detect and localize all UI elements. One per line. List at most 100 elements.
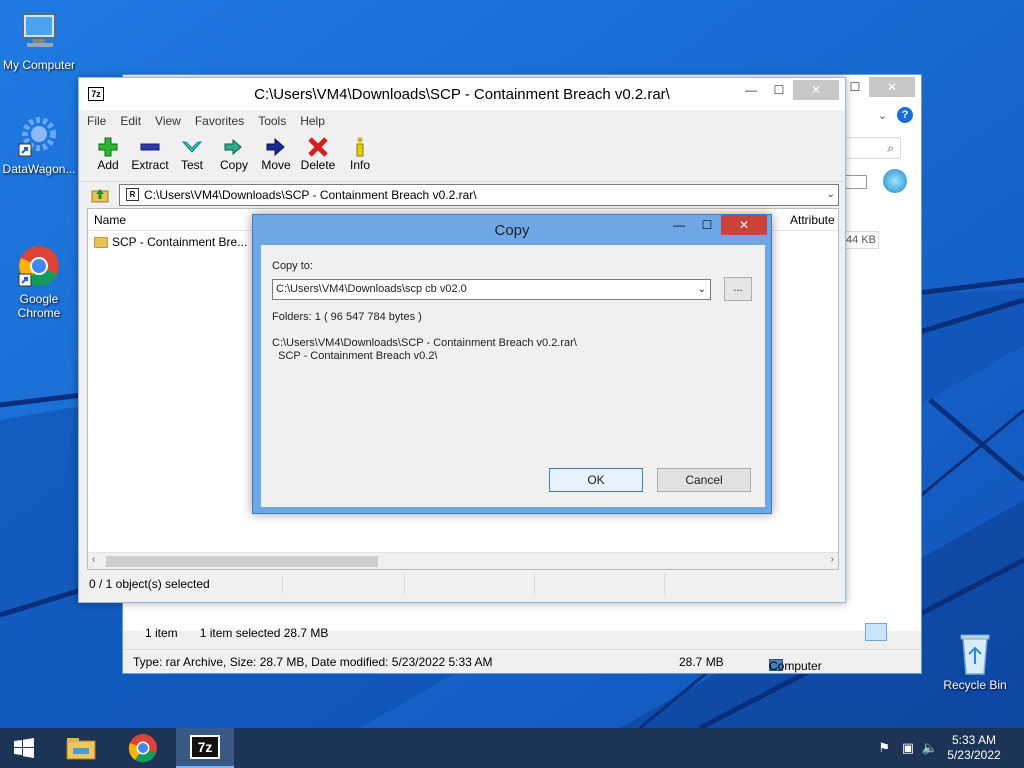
menu-bar: File Edit View Favorites Tools Help: [79, 110, 845, 132]
desktop-icon-label: DataWagon...: [2, 162, 76, 176]
address-input[interactable]: R C:\Users\VM4\Downloads\SCP - Containme…: [119, 184, 839, 206]
copy-dialog: Copy — ☐ ✕ Copy to: C:\Users\VM4\Downloa…: [252, 214, 772, 514]
windows-logo-icon: [14, 738, 34, 758]
close-button[interactable]: ✕: [793, 80, 839, 100]
action-center-flag-icon[interactable]: ⚑: [878, 740, 890, 756]
horizontal-scrollbar[interactable]: ‹ ›: [88, 552, 838, 569]
scroll-right-icon[interactable]: ›: [831, 554, 834, 565]
info-button[interactable]: Info: [341, 132, 379, 181]
status-item-count: 1 item: [145, 626, 178, 640]
column-attributes[interactable]: Attribute: [790, 213, 835, 227]
chrome-icon: [128, 734, 157, 763]
move-button[interactable]: Move: [257, 132, 295, 181]
desktop-icon-google-chrome[interactable]: Google Chrome: [0, 216, 78, 334]
minimize-button[interactable]: —: [737, 80, 765, 100]
recycle-bin-icon: [953, 630, 997, 675]
file-details: Type: rar Archive, Size: 28.7 MB, Date m…: [133, 655, 493, 669]
start-button[interactable]: [0, 728, 48, 768]
copy-to-label: Copy to:: [272, 260, 313, 272]
desktop-icon-datawagon[interactable]: DataWagon...: [0, 114, 78, 176]
folders-info: Folders: 1 ( 96 547 784 bytes ): [272, 311, 422, 323]
volume-muted-icon[interactable]: 🔈: [922, 740, 938, 756]
desktop-icon-recycle-bin[interactable]: Recycle Bin: [936, 630, 1014, 692]
minus-icon: [131, 136, 169, 158]
ok-button[interactable]: OK: [549, 468, 643, 492]
file-size: 28.7 MB: [679, 655, 724, 669]
minimize-button[interactable]: —: [665, 215, 693, 235]
copy-button[interactable]: Copy: [215, 132, 253, 181]
rar-archive-icon: R: [126, 188, 139, 201]
selection-status: 0 / 1 object(s) selected: [87, 574, 283, 594]
explorer-details-bar: Type: rar Archive, Size: 28.7 MB, Date m…: [123, 649, 921, 673]
clock[interactable]: 5:33 AM 5/23/2022: [944, 733, 1004, 763]
taskbar: 7z ⚑ ▣ 🔈 5:33 AM 5/23/2022: [0, 728, 1024, 768]
explorer-status: 1 item 1 item selected 28.7 MB: [145, 626, 328, 640]
chrome-icon: [17, 230, 61, 287]
window-title: C:\Users\VM4\Downloads\SCP - Containment…: [254, 86, 670, 103]
maximize-button[interactable]: ☐: [693, 215, 721, 235]
help-icon[interactable]: ?: [897, 107, 913, 123]
destination-path-value: C:\Users\VM4\Downloads\scp cb v02.0: [276, 283, 467, 295]
delete-x-icon: [299, 136, 337, 158]
desktop: My Computer DataWagon... Google Chrome R…: [0, 0, 1024, 728]
details-view-icon[interactable]: [865, 623, 887, 641]
column-name[interactable]: Name: [94, 213, 126, 227]
menu-favorites[interactable]: Favorites: [195, 114, 244, 128]
delete-label: Delete: [300, 158, 336, 172]
location-label: Computer: [769, 659, 822, 673]
taskbar-7zip[interactable]: 7z: [176, 728, 234, 768]
add-label: Add: [97, 158, 119, 172]
address-bar: R C:\Users\VM4\Downloads\SCP - Containme…: [79, 182, 845, 208]
taskbar-chrome[interactable]: [114, 728, 172, 768]
maximize-button[interactable]: ☐: [765, 80, 793, 100]
clock-time: 5:33 AM: [951, 733, 997, 747]
source-line: SCP - Containment Breach v0.2\: [272, 350, 438, 362]
delete-button[interactable]: Delete: [299, 132, 337, 181]
double-arrow-icon: [215, 136, 253, 158]
info-icon: [341, 136, 379, 158]
check-icon: [173, 136, 211, 158]
file-explorer-icon: [66, 738, 96, 760]
menu-tools[interactable]: Tools: [258, 114, 286, 128]
desktop-icon-my-computer[interactable]: My Computer: [0, 10, 78, 72]
source-info: C:\Users\VM4\Downloads\SCP - Containment…: [272, 337, 577, 363]
source-line: C:\Users\VM4\Downloads\SCP - Containment…: [272, 337, 577, 349]
scrollbar-thumb[interactable]: [106, 556, 378, 567]
scroll-left-icon[interactable]: ‹: [92, 554, 95, 565]
menu-edit[interactable]: Edit: [120, 114, 141, 128]
status-cell: [535, 574, 665, 594]
status-cell: [283, 574, 405, 594]
close-button[interactable]: ✕: [869, 77, 915, 97]
chevron-down-icon[interactable]: ⌄: [698, 280, 706, 299]
status-selected: 1 item selected 28.7 MB: [199, 626, 329, 640]
sevenzip-status-bar: 0 / 1 object(s) selected: [87, 574, 839, 596]
folder-up-icon[interactable]: [91, 186, 109, 204]
sevenzip-titlebar: 7z C:\Users\VM4\Downloads\SCP - Containm…: [79, 78, 845, 110]
menu-view[interactable]: View: [155, 114, 181, 128]
plus-icon: [89, 136, 127, 158]
network-icon[interactable]: ▣: [902, 740, 914, 756]
taskbar-file-explorer[interactable]: [52, 728, 110, 768]
move-label: Move: [261, 158, 291, 172]
test-button[interactable]: Test: [173, 132, 211, 181]
gear-icon: [17, 114, 61, 158]
list-item-name: SCP - Containment Bre...: [112, 235, 248, 249]
toolbar: Add Extract Test Copy Move Delete Info: [79, 132, 845, 182]
desktop-icon-label: My Computer: [2, 58, 76, 72]
menu-help[interactable]: Help: [300, 114, 325, 128]
view-icon[interactable]: [845, 175, 867, 189]
chevron-down-icon[interactable]: ⌄: [827, 185, 835, 205]
menu-file[interactable]: File: [87, 114, 106, 128]
clock-date: 5/23/2022: [947, 748, 1001, 762]
add-button[interactable]: Add: [89, 132, 127, 181]
destination-path-combo[interactable]: C:\Users\VM4\Downloads\scp cb v02.0 ⌄: [272, 279, 711, 300]
chevron-down-icon[interactable]: ⌄: [878, 109, 887, 122]
sevenzip-icon: 7z: [190, 735, 220, 759]
extract-button[interactable]: Extract: [131, 132, 169, 181]
large-icons-view-icon[interactable]: [891, 623, 913, 641]
close-button[interactable]: ✕: [721, 215, 767, 235]
cancel-button[interactable]: Cancel: [657, 468, 751, 492]
browse-button[interactable]: ...: [724, 277, 752, 301]
search-icon: ⌕: [887, 141, 894, 155]
list-item[interactable]: SCP - Containment Bre...: [94, 235, 247, 249]
